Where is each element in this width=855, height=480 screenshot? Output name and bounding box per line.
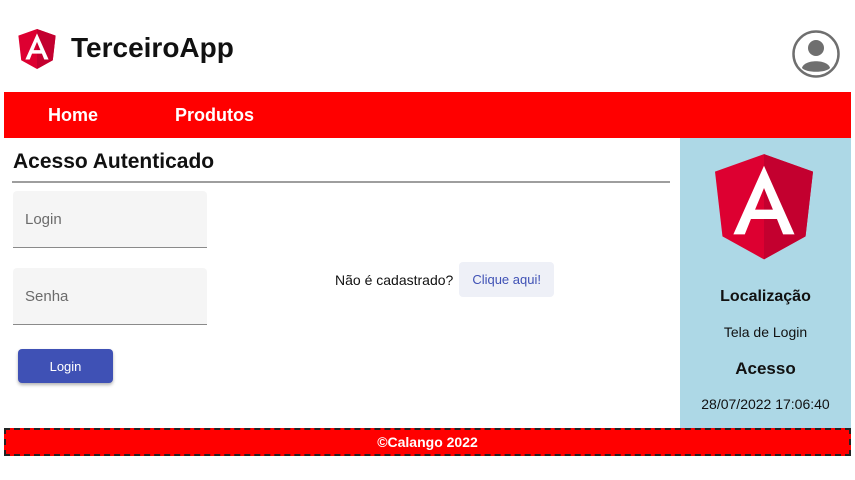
password-field <box>13 268 207 325</box>
register-link[interactable]: Clique aqui! <box>459 262 554 297</box>
app-footer: ©Calango 2022 <box>4 428 851 456</box>
footer-copyright: ©Calango 2022 <box>377 434 478 450</box>
login-field <box>13 191 207 248</box>
user-avatar-icon[interactable] <box>792 30 840 78</box>
login-section: Acesso Autenticado Login Não é cadastrad… <box>4 138 680 428</box>
brand[interactable]: TerceiroApp <box>12 22 234 74</box>
title-divider <box>12 181 670 183</box>
angular-logo-icon <box>18 29 56 69</box>
location-heading: Localização <box>720 288 811 305</box>
page-title: Acesso Autenticado <box>13 150 215 173</box>
app-title: TerceiroApp <box>71 32 234 63</box>
info-panel: Localização Tela de Login Acesso 28/07/2… <box>680 138 851 428</box>
access-timestamp: 28/07/2022 17:06:40 <box>701 396 830 412</box>
access-heading: Acesso <box>735 359 796 378</box>
main-nav: Home Produtos <box>4 92 851 138</box>
angular-logo-icon <box>715 154 813 260</box>
nav-item-home[interactable]: Home <box>48 105 98 126</box>
login-input[interactable] <box>13 191 207 247</box>
register-prompt: Não é cadastrado? Clique aqui! <box>335 262 554 297</box>
password-input[interactable] <box>13 268 207 324</box>
login-button[interactable]: Login <box>18 349 113 383</box>
nav-item-produtos[interactable]: Produtos <box>175 105 254 126</box>
location-value: Tela de Login <box>723 324 808 340</box>
register-text: Não é cadastrado? <box>335 271 454 288</box>
app-header: TerceiroApp <box>0 0 855 92</box>
